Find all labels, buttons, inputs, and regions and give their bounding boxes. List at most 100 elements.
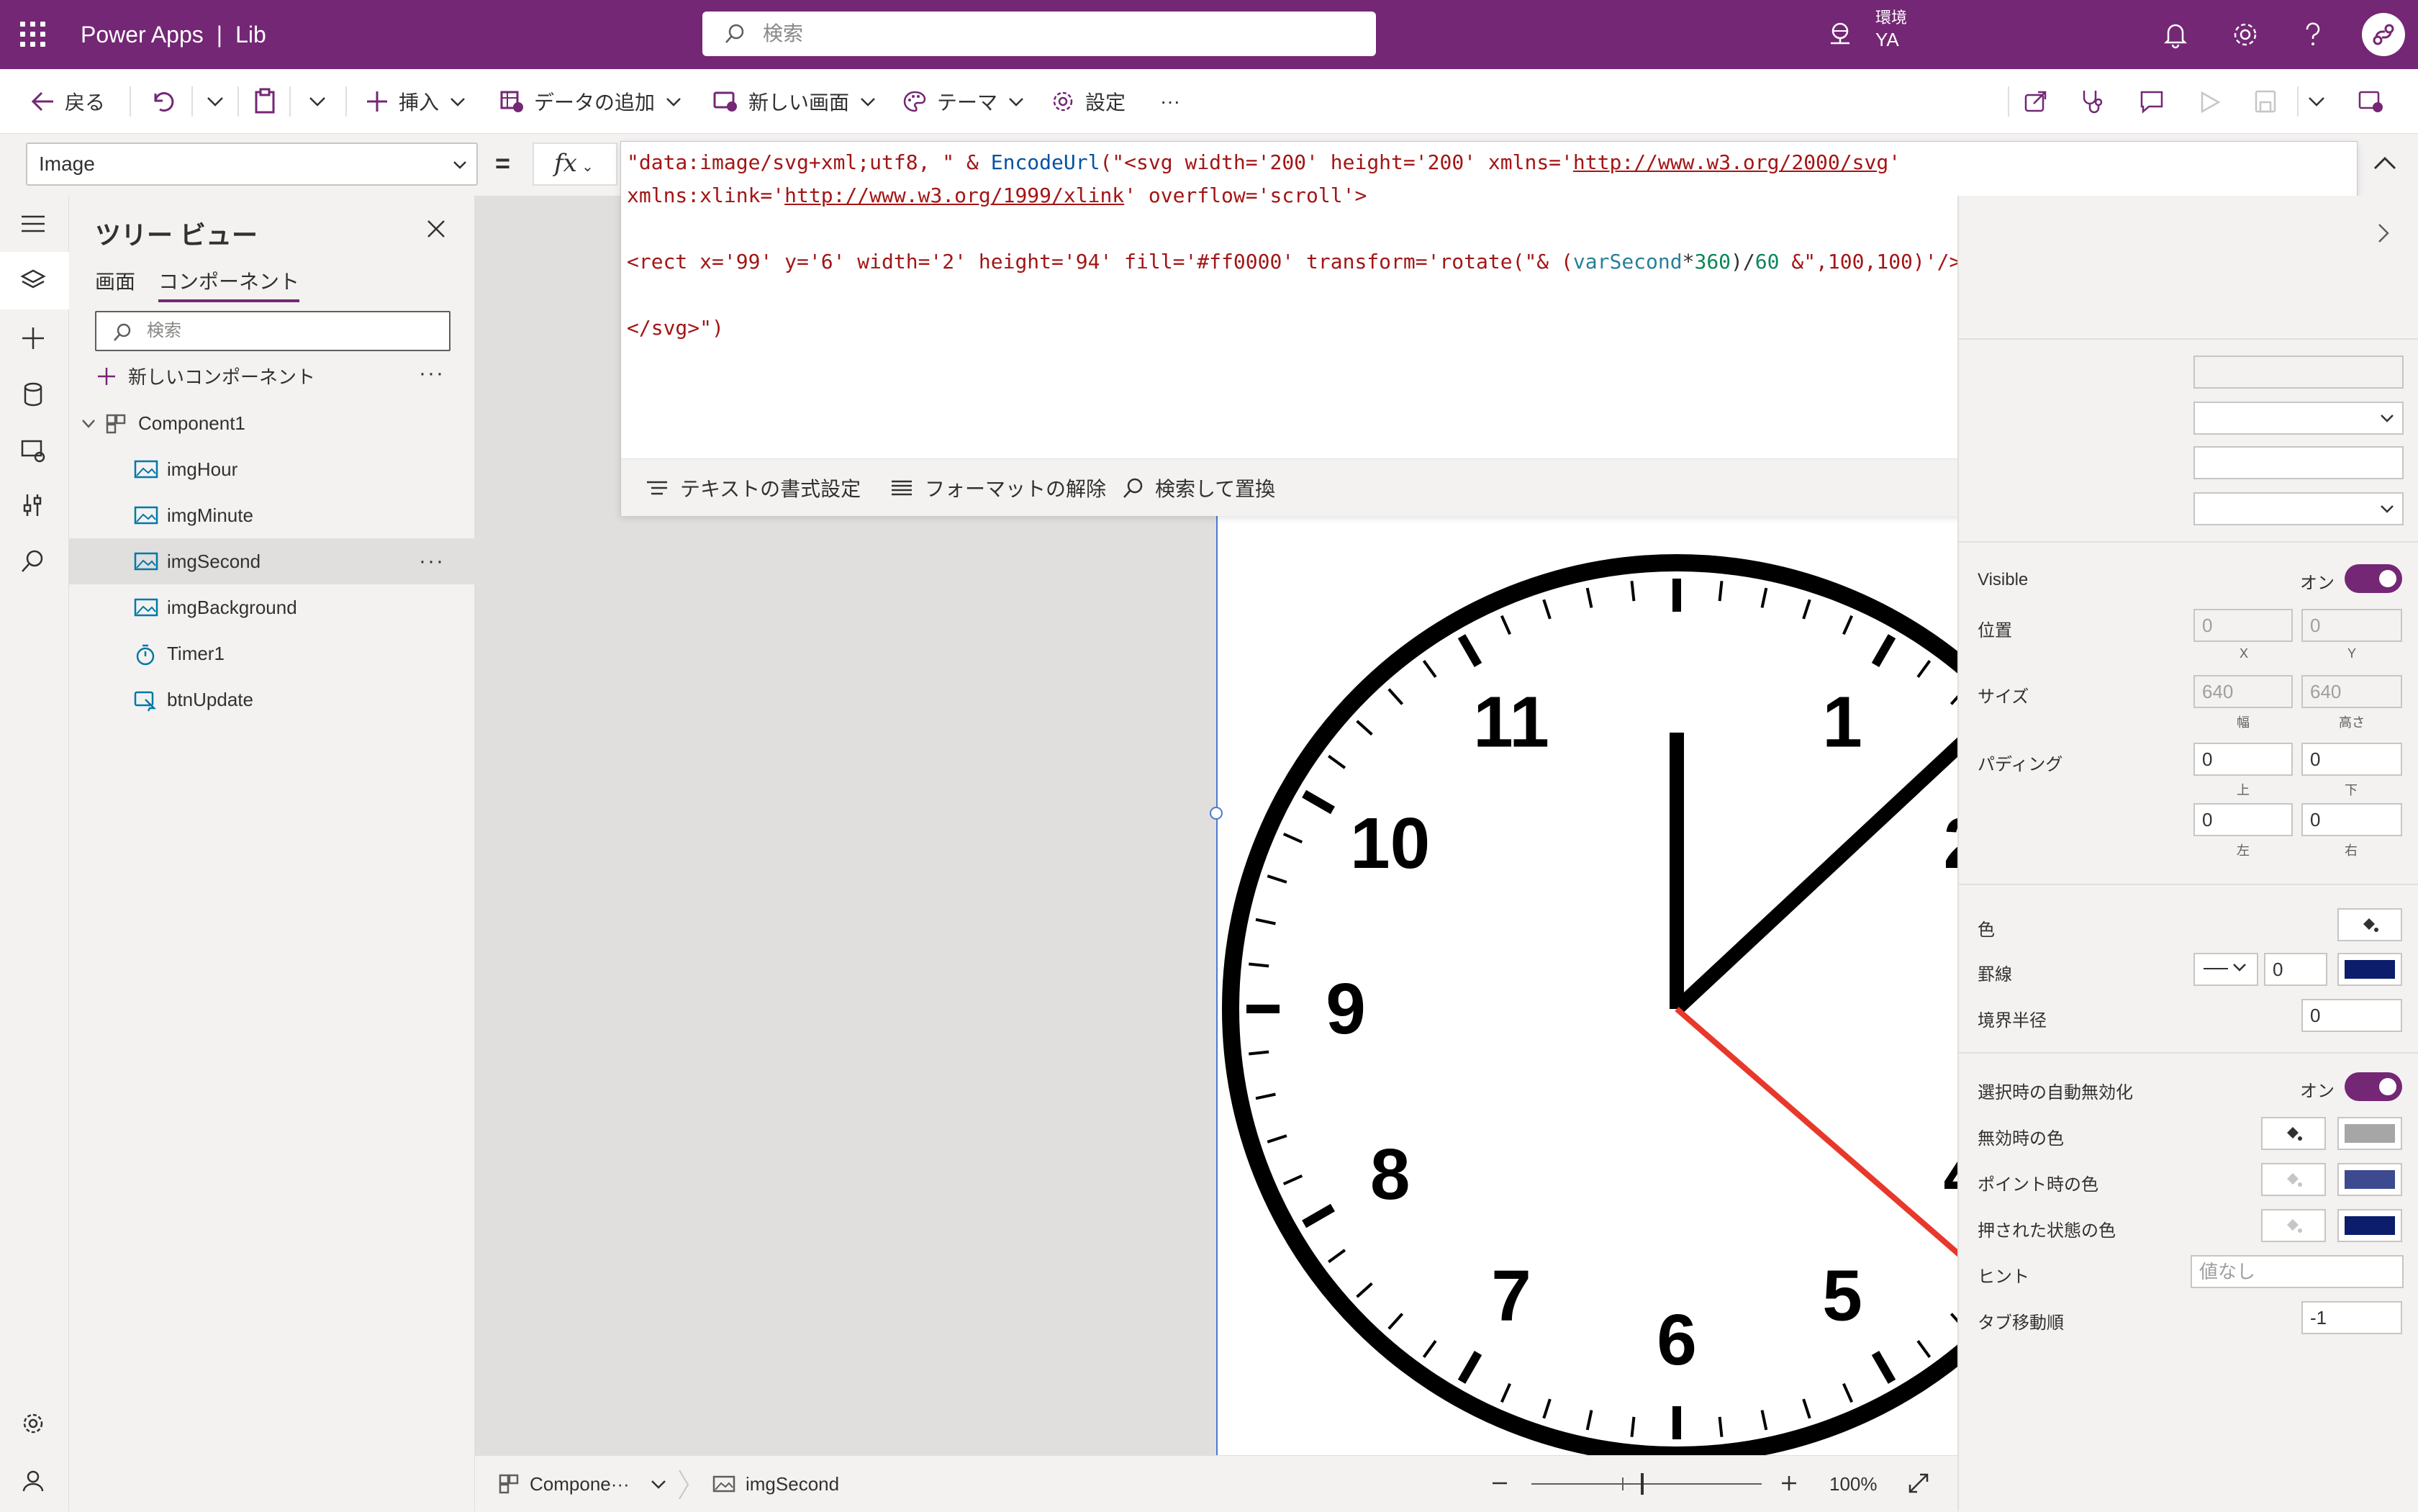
help-icon[interactable] <box>2300 20 2326 49</box>
border-style-dropdown[interactable] <box>2193 953 2258 986</box>
tree-item[interactable]: imgBackground <box>69 584 475 630</box>
chevron-up-icon[interactable] <box>2372 153 2398 174</box>
padding-bottom-input[interactable]: 0 <box>2301 743 2402 776</box>
pressed-fill-button[interactable] <box>2261 1209 2326 1242</box>
zoom-out-icon[interactable] <box>1491 1475 1508 1492</box>
padding-left-input[interactable]: 0 <box>2193 803 2293 836</box>
hover-color-label: ポイント時の色 <box>1978 1175 2098 1195</box>
tree-item-selected[interactable]: imgSecond ··· <box>69 538 475 584</box>
height-input[interactable]: 640 <box>2301 675 2402 708</box>
layers-tree-view-icon[interactable] <box>20 268 46 294</box>
chevron-down-icon[interactable] <box>308 92 327 111</box>
environment-value[interactable]: YA <box>1875 29 1899 51</box>
code-link[interactable]: http://www.w3.org/2000/svg <box>1573 150 1888 174</box>
hover-color-swatch[interactable] <box>2337 1163 2402 1196</box>
insert-plus-icon[interactable] <box>20 325 46 351</box>
theme-button[interactable]: テーマ <box>902 69 1035 134</box>
hover-fill-button[interactable] <box>2261 1163 2326 1196</box>
property-dropdown[interactable] <box>2193 492 2404 525</box>
user-avatar[interactable] <box>2362 13 2405 56</box>
back-button[interactable]: 戻る <box>30 69 105 134</box>
close-icon[interactable] <box>426 219 446 239</box>
border-radius-input[interactable]: 0 <box>2301 999 2402 1032</box>
tree-item[interactable]: Timer1 <box>69 630 475 676</box>
comment-icon[interactable] <box>2139 89 2165 114</box>
fx-button[interactable]: fx ⌄ <box>533 142 617 186</box>
share-icon[interactable] <box>2024 89 2048 114</box>
border-color-swatch[interactable] <box>2337 953 2402 986</box>
settings-gear-icon[interactable] <box>20 1411 46 1436</box>
virtual-agent-icon[interactable] <box>20 1468 46 1494</box>
advanced-tools-icon[interactable] <box>20 492 46 518</box>
chevron-down-icon[interactable] <box>206 92 225 111</box>
position-y-input[interactable]: 0 <box>2301 609 2402 642</box>
tree-item[interactable]: imgMinute <box>69 492 475 538</box>
width-input[interactable]: 640 <box>2193 675 2293 708</box>
add-data-button[interactable]: データの追加 <box>499 69 692 134</box>
tree-item-component[interactable]: Component1 <box>69 400 475 446</box>
format-text-button[interactable]: テキストの書式設定 <box>646 459 861 517</box>
tab-index-input[interactable]: -1 <box>2301 1301 2402 1334</box>
selected-control-breadcrumb[interactable]: imgSecond <box>712 1456 839 1512</box>
stethoscope-icon[interactable] <box>2080 88 2104 115</box>
clipboard-paste-icon[interactable] <box>253 88 276 115</box>
app-launcher-icon[interactable] <box>19 20 47 49</box>
resize-handle[interactable] <box>1210 807 1223 820</box>
more-options-icon[interactable]: ··· <box>419 361 445 386</box>
line-style-icon <box>2204 964 2246 972</box>
property-input[interactable] <box>2193 446 2404 479</box>
border-width-input[interactable]: 0 <box>2264 953 2327 986</box>
publish-icon[interactable] <box>2358 89 2383 114</box>
fill-color-button[interactable] <box>2337 908 2402 941</box>
more-options-icon[interactable]: ··· <box>419 538 445 584</box>
data-cylinder-icon[interactable] <box>20 381 46 407</box>
tree-search-input[interactable]: 検索 <box>95 311 450 351</box>
insert-label: 挿入 <box>399 91 440 114</box>
auto-disable-label: 選択時の自動無効化 <box>1978 1083 2133 1103</box>
padding-top-input[interactable]: 0 <box>2193 743 2293 776</box>
new-component-button[interactable]: 新しいコンポーネント <box>96 363 315 389</box>
paint-bucket-icon <box>2287 1219 2302 1233</box>
formula-code[interactable]: "data:image/svg+xml;utf8, " & EncodeUrl(… <box>627 146 1961 345</box>
visible-toggle[interactable] <box>2345 564 2402 593</box>
property-selector[interactable]: Image <box>26 142 478 186</box>
property-dropdown[interactable] <box>2193 402 2404 435</box>
padding-right-input[interactable]: 0 <box>2301 803 2402 836</box>
disabled-color-swatch[interactable] <box>2337 1117 2402 1150</box>
disabled-fill-button[interactable] <box>2261 1117 2326 1150</box>
fit-to-window-icon[interactable] <box>1907 1472 1930 1495</box>
tooltip-input[interactable]: 値なし <box>2191 1255 2404 1288</box>
zoom-slider-thumb[interactable] <box>1641 1473 1644 1495</box>
property-dropdown[interactable] <box>2193 356 2404 389</box>
new-screen-button[interactable]: 新しい画面 <box>712 69 887 134</box>
settings-button[interactable]: 設定 <box>1051 69 1126 134</box>
insert-button[interactable]: 挿入 <box>366 69 476 134</box>
media-icon[interactable] <box>20 438 46 463</box>
more-button[interactable]: ··· <box>1160 69 1180 134</box>
tab-screens[interactable]: 画面 <box>95 266 135 295</box>
component-breadcrumb[interactable]: Compone··· <box>498 1456 677 1512</box>
undo-icon[interactable] <box>151 89 176 114</box>
hamburger-menu-icon[interactable] <box>20 213 46 235</box>
environment-icon[interactable] <box>1826 20 1854 47</box>
settings-gear-icon[interactable] <box>2231 20 2260 49</box>
zoom-in-icon[interactable] <box>1780 1475 1798 1492</box>
position-x-input[interactable]: 0 <box>2193 609 2293 642</box>
pressed-color-swatch[interactable] <box>2337 1209 2402 1242</box>
remove-format-button[interactable]: フォーマットの解除 <box>890 459 1106 517</box>
chevron-down-icon[interactable] <box>2307 92 2326 111</box>
play-icon[interactable] <box>2199 91 2221 114</box>
tab-components[interactable]: コンポーネント <box>158 266 300 302</box>
zoom-slider[interactable] <box>1531 1473 1762 1495</box>
notification-bell-icon[interactable] <box>2162 20 2189 49</box>
tree-item[interactable]: imgHour <box>69 446 475 492</box>
code-link[interactable]: http://www.w3.org/1999/xlink <box>784 184 1124 207</box>
global-search[interactable]: 検索 <box>702 12 1376 56</box>
save-icon[interactable] <box>2254 89 2277 114</box>
find-replace-button[interactable]: 検索して置換 <box>1122 459 1275 517</box>
tree-item[interactable]: btnUpdate <box>69 676 475 723</box>
search-icon[interactable] <box>20 548 46 574</box>
format-lines-icon <box>647 481 667 495</box>
chevron-right-icon[interactable] <box>2375 222 2392 245</box>
auto-disable-toggle[interactable] <box>2345 1072 2402 1101</box>
